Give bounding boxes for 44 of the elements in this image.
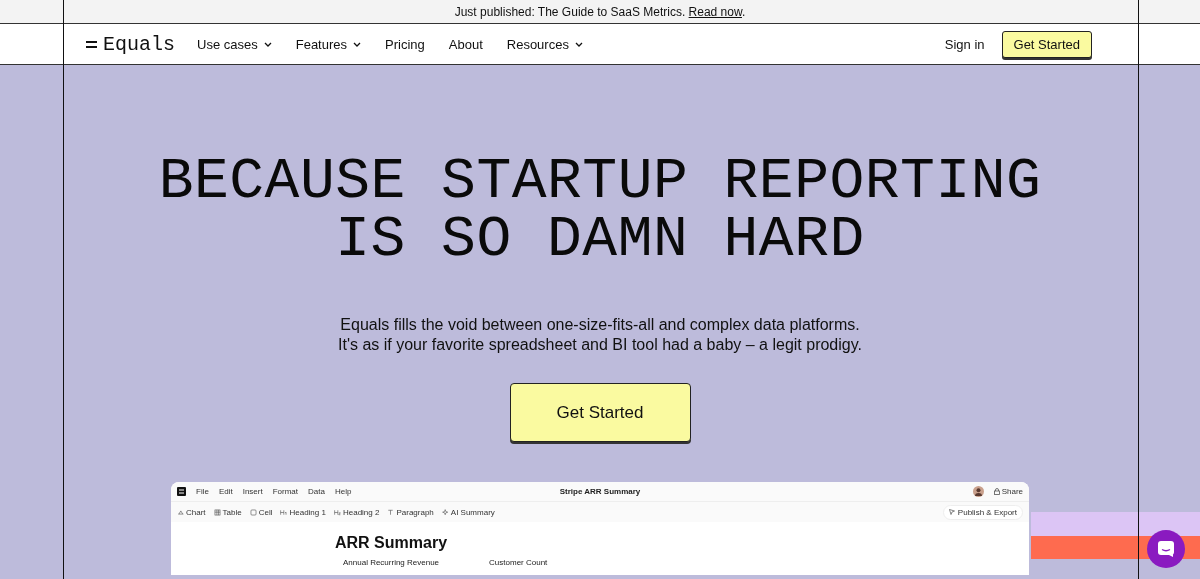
logo[interactable]: Equals bbox=[86, 32, 175, 56]
nav-link[interactable]: Resources bbox=[506, 36, 583, 52]
sign-in-link[interactable]: Sign in bbox=[944, 36, 985, 52]
equals-logo-icon bbox=[86, 39, 97, 49]
metric-label: Annual Recurring Revenue bbox=[343, 558, 440, 568]
menu-item[interactable]: Format bbox=[272, 487, 299, 496]
toolbar-button[interactable]: AI Summary bbox=[441, 507, 495, 517]
menu-item[interactable]: Insert bbox=[242, 487, 263, 496]
hero-description: Equals fills the void between one-size-fits-all and complex data platforms. It's as if your favorite spreadsheet and BI tool had a baby – a legit prodigy. bbox=[338, 315, 862, 355]
chart-icon bbox=[177, 508, 184, 516]
nav-link[interactable]: Features bbox=[295, 36, 362, 52]
metric-label: Customer Count bbox=[489, 558, 548, 568]
nav-link[interactable]: Pricing bbox=[385, 36, 425, 52]
chat-icon bbox=[1157, 540, 1175, 558]
document-heading: ARR Summary bbox=[335, 534, 449, 552]
heading-icon bbox=[280, 508, 288, 516]
table-icon bbox=[213, 508, 221, 516]
toolbar-button[interactable]: Cell bbox=[249, 507, 273, 517]
document-title: Stripe ARR Summary bbox=[559, 487, 641, 496]
toolbar-button[interactable]: Heading 1 bbox=[280, 507, 326, 517]
menu-item[interactable]: Data bbox=[308, 487, 325, 496]
get-started-button[interactable]: Get Started bbox=[509, 383, 691, 442]
get-started-button[interactable]: Get Started bbox=[1001, 30, 1092, 58]
headline: BECAUSE STARTUP REPORTING IS SO DAMN HARD bbox=[158, 153, 1042, 269]
read-now-link[interactable]: Read now bbox=[688, 4, 742, 19]
menu-item[interactable]: Edit bbox=[218, 487, 233, 496]
nav-link[interactable]: Use cases bbox=[197, 36, 272, 52]
sparkle-icon bbox=[441, 508, 449, 516]
toolbar-button[interactable]: Table bbox=[213, 507, 242, 517]
app-logo-icon bbox=[177, 487, 186, 496]
text-icon bbox=[387, 508, 395, 516]
send-icon bbox=[948, 509, 955, 515]
lock-icon bbox=[993, 488, 1000, 495]
nav-link[interactable]: About bbox=[448, 36, 483, 52]
heading-icon bbox=[333, 508, 341, 516]
announcement-text: Just published: The Guide to SaaS Metrics. Read now. bbox=[454, 4, 746, 19]
toolbar-button[interactable]: Heading 2 bbox=[333, 507, 380, 517]
toolbar-button[interactable]: Chart bbox=[177, 507, 206, 517]
share-button[interactable]: Share bbox=[993, 487, 1023, 496]
menu-item[interactable]: Help bbox=[334, 487, 352, 496]
toolbar-button[interactable]: Paragraph bbox=[387, 507, 434, 517]
avatar-icon bbox=[972, 486, 984, 497]
publish-export-button[interactable]: Publish & Export bbox=[942, 504, 1023, 520]
menu-item[interactable]: File bbox=[196, 487, 209, 496]
